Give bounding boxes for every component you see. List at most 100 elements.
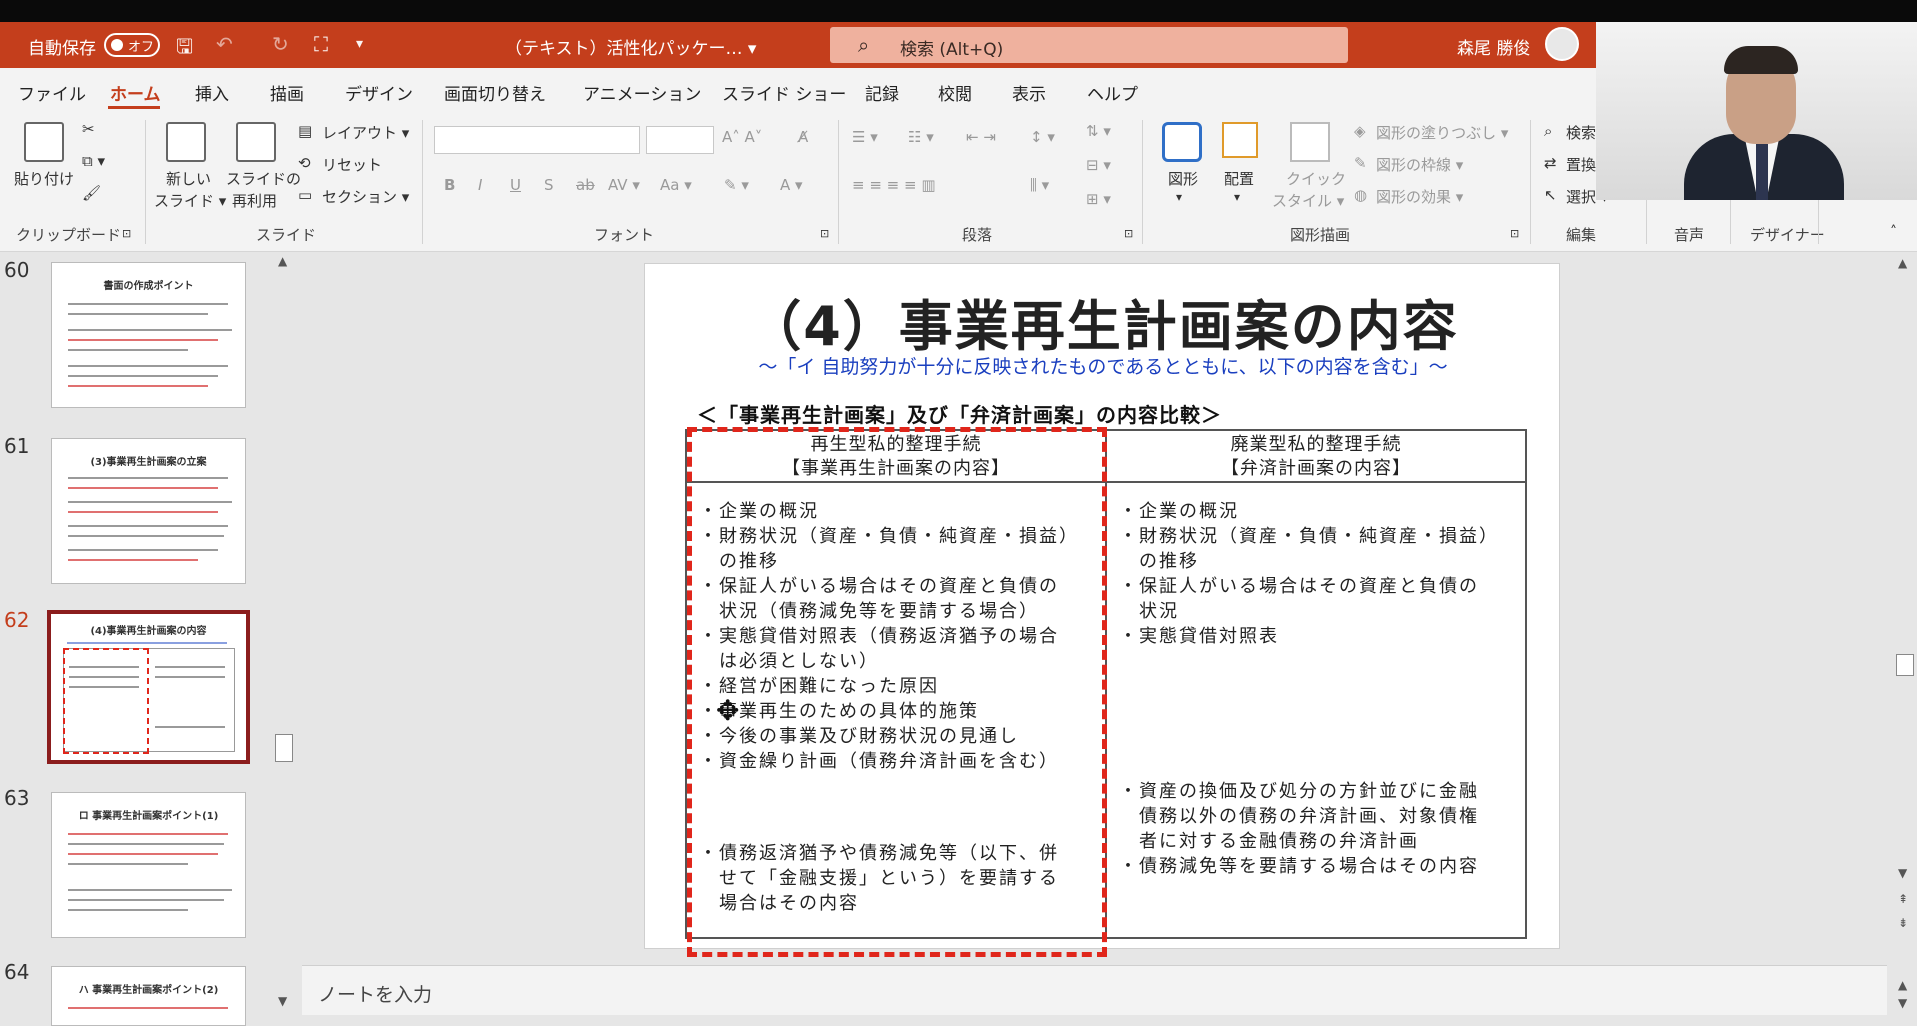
thumbnail-scrollbar[interactable]: ▲ ▼ — [272, 252, 294, 1015]
shape-outline-button[interactable]: 図形の枠線 ▾ — [1376, 154, 1463, 175]
slide-title[interactable]: （4）事業再生計画案の内容 — [645, 282, 1561, 361]
tab-design[interactable]: デザイン — [345, 80, 413, 105]
select-icon[interactable]: ↖ — [1544, 186, 1557, 204]
smartart-icon[interactable]: ⊞ ▾ — [1086, 190, 1111, 208]
slide-thumbnail-62-selected[interactable]: (4)事業再生計画案の内容 — [47, 610, 250, 764]
italic-button[interactable]: I — [478, 176, 482, 194]
paragraph-launcher-icon[interactable]: ⊡ — [1124, 227, 1133, 240]
undo-icon[interactable]: ↶ — [216, 32, 233, 56]
tab-record[interactable]: 記録 — [865, 80, 899, 105]
quick-styles-icon[interactable] — [1290, 122, 1330, 162]
arrange-chevron-icon[interactable]: ▾ — [1234, 190, 1240, 204]
font-launcher-icon[interactable]: ⊡ — [820, 227, 829, 240]
tab-home[interactable]: ホーム — [110, 80, 161, 105]
align-text-icon[interactable]: ⊟ ▾ — [1086, 156, 1111, 174]
bold-button[interactable]: B — [444, 176, 455, 194]
font-size-combobox[interactable] — [646, 126, 714, 154]
new-slide-label[interactable]: 新しい — [166, 168, 211, 189]
customize-qat-icon[interactable]: ▾ — [356, 36, 363, 52]
present-icon[interactable]: ⛶ — [314, 32, 328, 56]
cut-icon[interactable]: ✂ — [82, 120, 95, 138]
next-slide-icon[interactable]: ⇟ — [1898, 916, 1908, 930]
scroll-up-icon[interactable]: ▲ — [1898, 256, 1907, 270]
shadow-button[interactable]: S — [544, 176, 554, 194]
current-slide[interactable]: （4）事業再生計画案の内容 ～「イ 自助努力が十分に反映されたものであるとともに… — [644, 263, 1561, 957]
clear-format-icon[interactable]: A̸ — [798, 128, 808, 146]
paste-icon[interactable] — [24, 122, 64, 162]
tab-help[interactable]: ヘルプ — [1087, 80, 1138, 105]
font-name-combobox[interactable] — [434, 126, 640, 154]
paste-button[interactable]: 貼り付け — [14, 168, 74, 189]
quick-styles-label-2[interactable]: スタイル ▾ — [1272, 190, 1344, 211]
shape-outline-icon[interactable]: ✎ — [1354, 154, 1367, 172]
notes-placeholder[interactable]: ノートを入力 — [318, 980, 432, 1007]
slide-thumbnail-61[interactable]: (3)事業再生計画案の立案 — [51, 438, 246, 584]
scroll-down-icon[interactable]: ▼ — [1898, 866, 1907, 880]
tab-animations[interactable]: アニメーション — [583, 80, 701, 105]
numbering-icon[interactable]: ☷ ▾ — [908, 128, 934, 146]
shape-fill-icon[interactable]: ◈ — [1354, 122, 1366, 140]
char-spacing-button[interactable]: AV ▾ — [608, 176, 640, 194]
redo-icon[interactable]: ↻ — [272, 32, 289, 56]
indent-icons[interactable]: ⇤ ⇥ — [966, 128, 996, 146]
tab-insert[interactable]: 挿入 — [195, 80, 229, 105]
align-icons[interactable]: ≡ ≡ ≡ ≡ ▥ — [852, 176, 936, 194]
layout-button[interactable]: レイアウト ▾ — [322, 122, 409, 143]
find-icon[interactable]: ⌕ — [1544, 122, 1552, 140]
reset-icon[interactable]: ⟲ — [298, 154, 311, 172]
scrollbar-thumb[interactable] — [275, 734, 293, 762]
format-painter-icon[interactable]: 🖌 — [82, 184, 101, 202]
layout-icon[interactable]: ▤ — [298, 122, 312, 140]
clipboard-launcher-icon[interactable]: ⊡ — [122, 227, 131, 240]
collapse-ribbon-icon[interactable]: ˄ — [1890, 224, 1897, 240]
slide-thumbnail-63[interactable]: ロ 事業再生計画案ポイント(1) — [51, 792, 246, 938]
copy-icon[interactable]: ⧉ ▾ — [82, 152, 105, 170]
avatar[interactable] — [1545, 27, 1579, 61]
slide-scrollbar[interactable]: ▲ ▼ ⇞ ⇟ ▲ ▼ — [1888, 252, 1917, 1015]
comparison-heading[interactable]: ＜「事業再生計画案」及び「弁済計画案」の内容比較＞ — [697, 399, 1222, 428]
save-icon[interactable]: 🖫 — [176, 32, 193, 66]
scroll-down-icon[interactable]: ▼ — [1898, 996, 1907, 1010]
columns-icon[interactable]: ⫼ ▾ — [1030, 176, 1049, 194]
shape-effects-button[interactable]: 図形の効果 ▾ — [1376, 186, 1463, 207]
grow-font-icon[interactable]: A˄ A˅ — [722, 128, 762, 146]
shapes-button[interactable]: 図形 — [1168, 168, 1198, 189]
slide-thumbnail-64[interactable]: ハ 事業再生計画案ポイント(2) — [51, 966, 246, 1026]
tab-view[interactable]: 表示 — [1012, 80, 1046, 105]
text-direction-icon[interactable]: ⇅ ▾ — [1086, 122, 1111, 140]
tab-slideshow[interactable]: スライド ショー — [722, 80, 846, 105]
tab-review[interactable]: 校閲 — [938, 80, 972, 105]
new-slide-label-2[interactable]: スライド ▾ — [154, 190, 226, 211]
reuse-slides-icon[interactable] — [236, 122, 276, 162]
replace-button[interactable]: 置換 — [1566, 154, 1596, 175]
bullets-icon[interactable]: ☰ ▾ — [852, 128, 878, 146]
slide-subtitle[interactable]: ～「イ 自助努力が十分に反映されたものであるとともに、以下の内容を含む」～ — [645, 352, 1561, 379]
highlight-icon[interactable]: ✎ ▾ — [724, 176, 749, 194]
new-slide-icon[interactable] — [166, 122, 206, 162]
previous-slide-icon[interactable]: ⇞ — [1898, 892, 1908, 906]
tab-draw[interactable]: 描画 — [270, 80, 304, 105]
change-case-button[interactable]: Aa ▾ — [660, 176, 692, 194]
quick-styles-label[interactable]: クイック — [1286, 168, 1346, 189]
autosave-toggle[interactable]: オフ — [104, 33, 160, 57]
font-color-icon[interactable]: A ▾ — [780, 176, 803, 194]
reuse-slides-label-2[interactable]: 再利用 — [232, 190, 277, 211]
tab-file[interactable]: ファイル — [18, 80, 86, 105]
slide-thumbnail-60[interactable]: 書面の作成ポイント — [51, 262, 246, 408]
notes-pane[interactable]: ノートを入力 — [302, 965, 1887, 1015]
strikethrough-button[interactable]: ab — [576, 176, 595, 194]
drawing-launcher-icon[interactable]: ⊡ — [1510, 227, 1519, 240]
tab-transitions[interactable]: 画面切り替え — [444, 80, 546, 105]
reuse-slides-label[interactable]: スライドの — [226, 168, 301, 189]
shapes-chevron-icon[interactable]: ▾ — [1176, 190, 1182, 204]
document-title[interactable]: （テキスト）活性化パッケー… ▾ — [505, 34, 756, 59]
shape-fill-button[interactable]: 図形の塗りつぶし ▾ — [1376, 122, 1508, 143]
line-spacing-icon[interactable]: ↕ ▾ — [1030, 128, 1055, 146]
scroll-up-icon[interactable]: ▲ — [1898, 978, 1907, 992]
section-icon[interactable]: ▭ — [298, 186, 312, 204]
section-button[interactable]: セクション ▾ — [322, 186, 409, 207]
find-button[interactable]: 検索 — [1566, 122, 1596, 143]
replace-icon[interactable]: ⇄ — [1544, 154, 1557, 172]
arrange-button[interactable]: 配置 — [1224, 168, 1254, 189]
scrollbar-thumb[interactable] — [1896, 654, 1914, 676]
